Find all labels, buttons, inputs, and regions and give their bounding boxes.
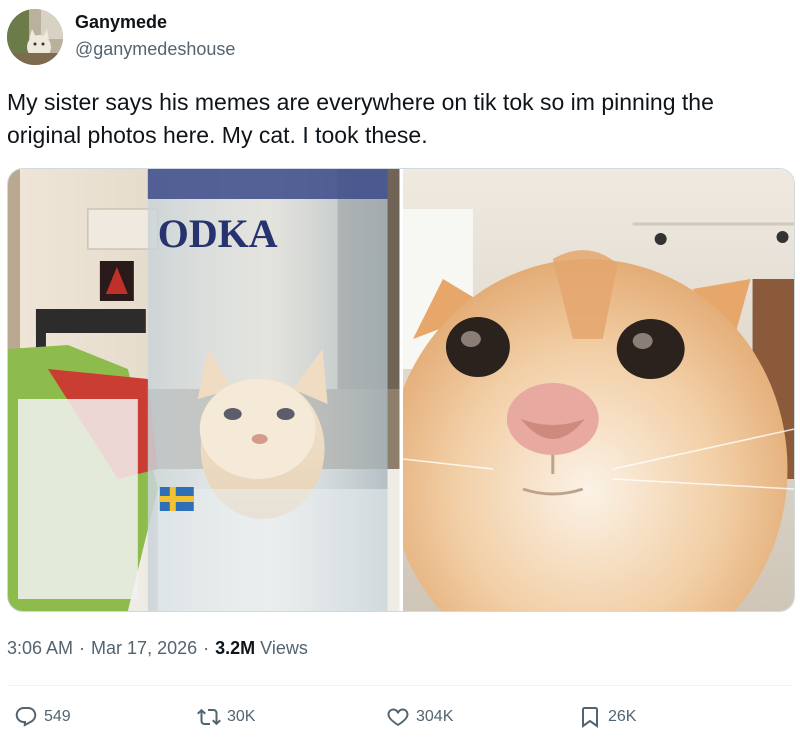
photo-cat-closeup[interactable] [402,169,794,611]
tweet-card: Ganymede @ganymedeshouse My sister says … [0,0,800,742]
reply-count: 549 [44,708,71,725]
user-handle[interactable]: @ganymedeshouse [75,38,235,60]
avatar[interactable] [7,9,63,65]
display-name[interactable]: Ganymede [75,11,167,33]
reply-button[interactable]: 549 [14,700,71,734]
like-count: 304K [416,708,454,725]
divider [7,685,793,686]
photo-cat-behind-bottle[interactable]: ODKA [8,169,400,611]
views-label: Views [260,638,308,658]
tweet-text: My sister says his memes are everywhere … [7,89,714,148]
bookmark-count: 26K [608,708,637,725]
action-bar: 549 30K 304K 26K [0,700,800,734]
reply-icon [15,707,37,727]
like-icon [387,708,409,726]
bookmark-icon [582,707,598,728]
repost-count: 30K [227,708,256,725]
cat-behind-vodka-bottle-photo: ODKA [8,169,400,611]
bottle-label-text: ODKA [158,211,278,256]
meta-separator: · [79,638,86,658]
tweet-date[interactable]: Mar 17, 2026 [91,638,197,658]
views-count: 3.2M [215,638,256,658]
repost-button[interactable]: 30K [197,700,255,734]
repost-icon [197,708,221,726]
tweet-media: ODKA [7,168,795,612]
avatar-image [7,9,63,65]
tweet-time[interactable]: 3:06 AM [7,638,73,658]
cat-closeup-face-photo [402,169,794,611]
like-button[interactable]: 304K [386,700,453,734]
tweet-meta: 3:06 AM · Mar 17, 2026 · 3.2M Views [7,636,308,660]
meta-separator-2: · [203,638,210,658]
bookmark-button[interactable]: 26K [578,700,636,734]
